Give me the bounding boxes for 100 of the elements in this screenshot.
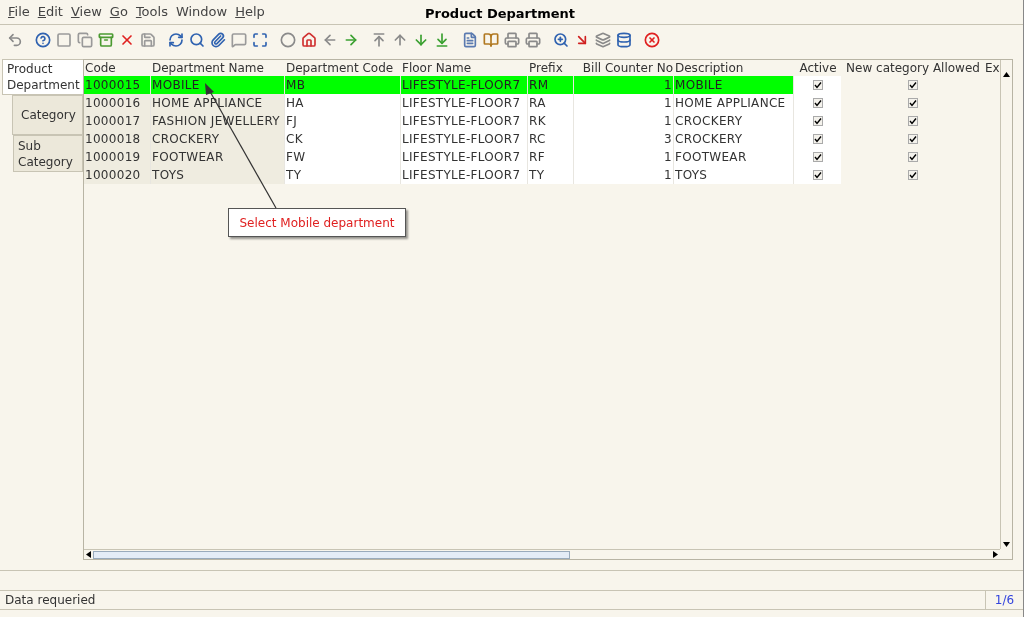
column-header[interactable]: Floor Name [401,60,528,76]
search-icon[interactable] [188,31,206,49]
table-row[interactable]: 1000015 MOBILE MB LIFESTYLE-FLOOR7 RM 1 MOBILE [84,76,1000,94]
fullscreen-icon[interactable] [251,31,269,49]
archive-icon[interactable] [97,31,115,49]
vertical-scrollbar[interactable] [1000,60,1012,549]
table-cell: HA [285,94,401,112]
table-cell: FOOTWEAR [674,148,794,166]
table-cell: 1000020 [84,166,151,184]
table-cell: TY [528,166,574,184]
checkbox[interactable] [907,116,918,126]
table-cell: RK [528,112,574,130]
column-header[interactable]: Description [674,60,794,76]
table-cell: LIFESTYLE-FLOOR7 [401,148,528,166]
table-cell: LIFESTYLE-FLOOR7 [401,130,528,148]
printer-icon[interactable] [503,31,521,49]
table-cell: 1000016 [84,94,151,112]
table-cell: 1 [574,112,674,130]
table-cell: 1000018 [84,130,151,148]
chat-icon[interactable] [230,31,248,49]
copy-icon[interactable] [76,31,94,49]
scroll-right-icon[interactable] [993,551,998,558]
table-cell: FW [285,148,401,166]
database-icon[interactable] [615,31,633,49]
column-header[interactable]: Prefix [528,60,574,76]
document-icon[interactable] [461,31,479,49]
table-cell: CROCKERY [674,112,794,130]
checkbox[interactable] [812,152,823,162]
table-cell: MOBILE [151,76,285,94]
checkbox[interactable] [907,80,918,90]
table-cell: LIFESTYLE-FLOOR7 [401,112,528,130]
table-row[interactable]: 1000019 FOOTWEAR FW LIFESTYLE-FLOOR7 RF 1 FOOTWEAR [84,148,1000,166]
menu-item[interactable]: View [66,2,106,22]
help-icon[interactable] [34,31,52,49]
menu-item[interactable]: Window [171,2,232,22]
window-title: Product Department [425,5,576,23]
table-cell: LIFESTYLE-FLOOR7 [401,76,528,94]
attachment-icon[interactable] [209,31,227,49]
side-tab[interactable]: Product Department [2,59,83,95]
table-cell: RM [528,76,574,94]
checkbox[interactable] [812,80,823,90]
table-cell: 1 [574,166,674,184]
column-header[interactable]: Bill Counter No [574,60,674,76]
close-icon[interactable] [643,31,661,49]
table-cell: 1 [574,76,674,94]
checkbox[interactable] [907,98,918,108]
table-cell: MOBILE [674,76,794,94]
table-cell: TOYS [151,166,285,184]
checkbox[interactable] [812,170,823,180]
callout-label: Select Mobile department [228,208,406,237]
table-cell: RF [528,148,574,166]
refresh-icon[interactable] [167,31,185,49]
table-row[interactable]: 1000018 CROCKERY CK LIFESTYLE-FLOOR7 RC 3 CROCKERY [84,130,1000,148]
side-tab[interactable]: Sub Category [13,135,83,172]
column-header[interactable]: Department Name [151,60,285,76]
undo-icon[interactable] [6,31,24,49]
scroll-up-icon[interactable] [1003,72,1010,77]
table-cell: 1000017 [84,112,151,130]
menu-item[interactable]: Help [231,2,269,22]
scroll-down-icon[interactable] [1003,542,1010,547]
table-cell: LIFESTYLE-FLOOR7 [401,166,528,184]
table-cell: CROCKERY [151,130,285,148]
checkbox[interactable] [907,134,918,144]
table-cell: HOME APPLIANCE [674,94,794,112]
checkbox[interactable] [812,134,823,144]
menu-item[interactable]: Go [105,2,132,22]
table-cell: 3 [574,130,674,148]
home-icon[interactable] [300,31,318,49]
checkbox[interactable] [907,170,918,180]
table-cell: CROCKERY [674,130,794,148]
scroll-left-icon[interactable] [86,551,91,558]
circle-icon[interactable] [279,31,297,49]
horizontal-scrollbar[interactable] [84,549,1000,559]
table-cell: MB [285,76,401,94]
table-row[interactable]: 1000020 TOYS TY LIFESTYLE-FLOOR7 TY 1 TOYS [84,166,1000,184]
table-cell: 1 [574,94,674,112]
column-header[interactable]: Code [84,60,151,76]
table-cell: FOOTWEAR [151,148,285,166]
book-icon[interactable] [482,31,500,49]
column-header[interactable]: Ex [984,60,1000,76]
printer-icon[interactable] [524,31,542,49]
table-cell: LIFESTYLE-FLOOR7 [401,94,528,112]
menu-item[interactable]: Edit [33,2,67,22]
record-counter: 1/6 [985,591,1023,609]
column-header[interactable]: New category Allowed [841,60,984,76]
save-icon[interactable] [139,31,157,49]
side-tab[interactable]: Category [12,95,83,135]
status-message: Data requeried [4,592,97,609]
checkbox[interactable] [812,98,823,108]
table-cell: RA [528,94,574,112]
menu-item[interactable]: File [4,2,34,22]
column-header[interactable]: Department Code [285,60,401,76]
checkbox[interactable] [907,152,918,162]
table-cell: TOYS [674,166,794,184]
zoom-icon[interactable] [552,31,570,49]
table-cell: FJ [285,112,401,130]
column-header[interactable]: Active [794,60,841,76]
layers-icon[interactable] [594,31,612,49]
checkbox[interactable] [812,116,823,126]
menu-item[interactable]: Tools [131,2,172,22]
